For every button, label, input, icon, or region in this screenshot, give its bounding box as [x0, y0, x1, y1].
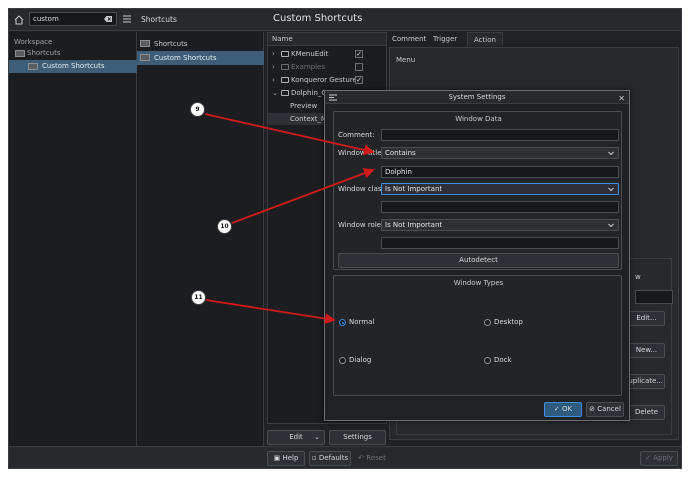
callout-9: 9	[190, 102, 205, 117]
callout-11: 11	[191, 290, 206, 305]
annotation-arrow-10	[231, 168, 375, 224]
annotation-arrow-9	[204, 113, 375, 156]
callout-10: 10	[217, 219, 232, 234]
annotation-arrow-11	[205, 299, 336, 324]
annotation-arrows	[204, 113, 375, 324]
